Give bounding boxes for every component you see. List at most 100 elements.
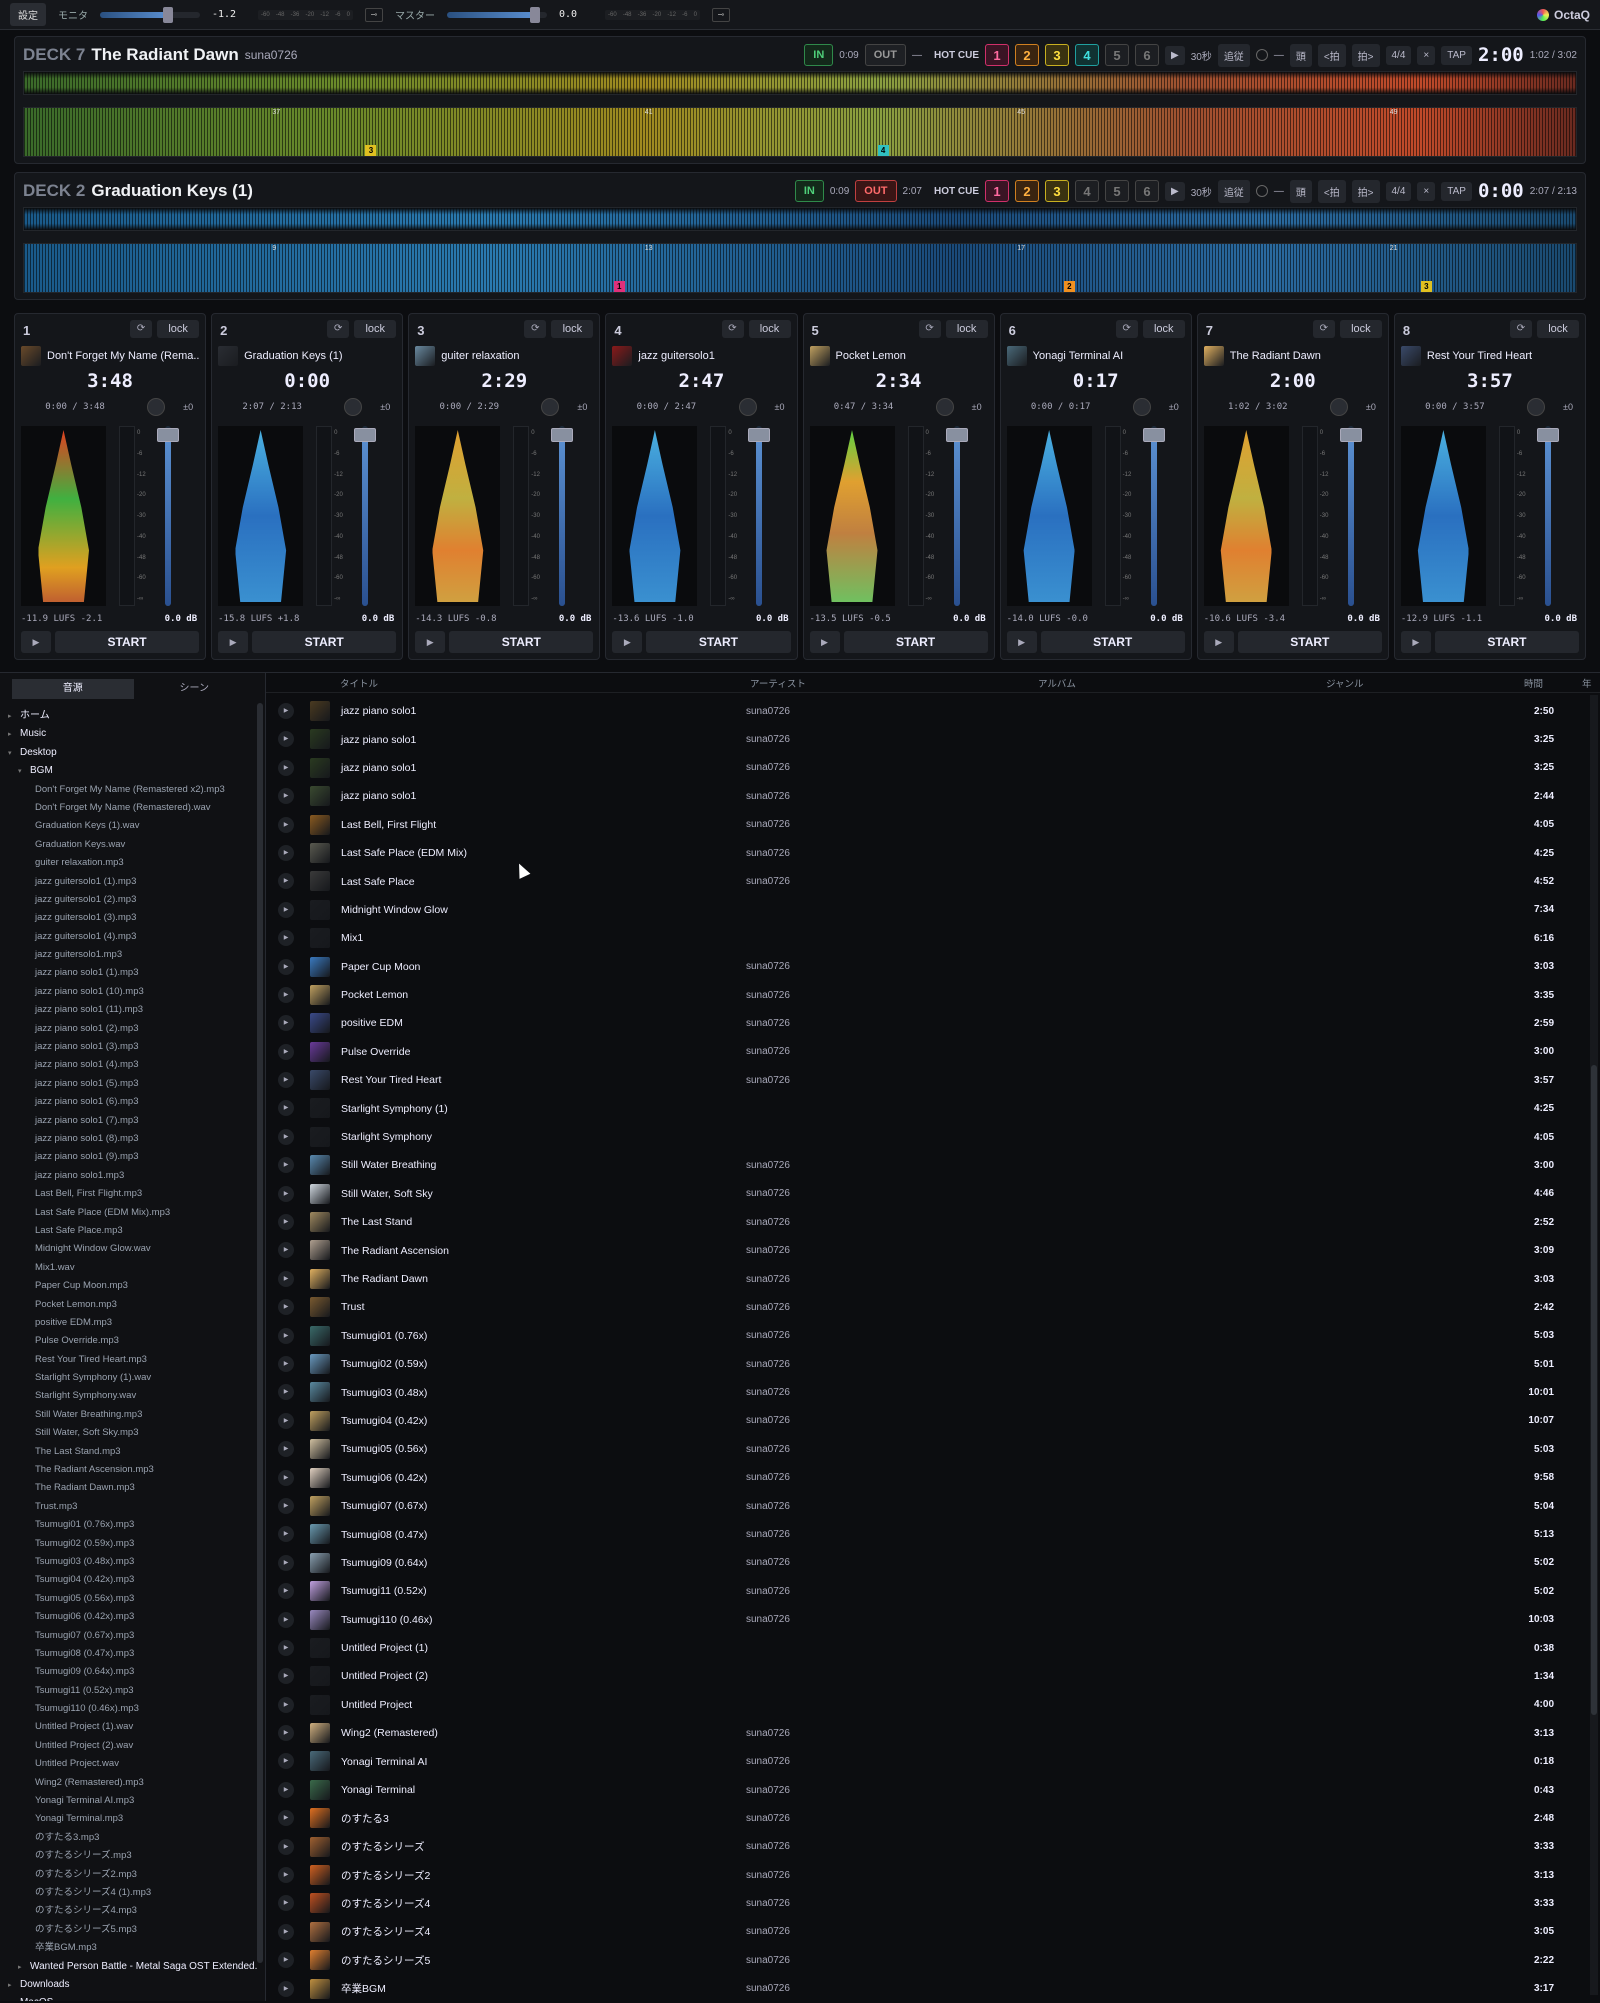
sync-button[interactable]: ⟳	[1115, 320, 1138, 338]
expand-arrow-icon[interactable]: ▸	[8, 726, 14, 743]
table-row[interactable]: ▶ Last Safe Place (EDM Mix) suna0726 4:25	[266, 839, 1586, 867]
loop-toggle-icon[interactable]	[1255, 185, 1268, 197]
table-row[interactable]: ▶ Tsumugi07 (0.67x) suna0726 5:04	[266, 1492, 1586, 1520]
table-row[interactable]: ▶ Tsumugi09 (0.64x) suna0726 5:02	[266, 1549, 1586, 1577]
expand-arrow-icon[interactable]: ▸	[8, 708, 14, 725]
table-row[interactable]: ▶ jazz piano solo1 suna0726 2:44	[266, 782, 1586, 810]
channel-play-button[interactable]: ▶	[1006, 631, 1037, 653]
channel-waveform[interactable]	[612, 426, 698, 606]
volume-fader[interactable]	[362, 426, 369, 606]
hotcue-button-5[interactable]: 5	[1104, 180, 1129, 202]
volume-fader[interactable]	[756, 426, 763, 606]
tree-file[interactable]: Untitled Project (2).wav	[0, 1737, 257, 1755]
tap-tempo-button[interactable]: TAP	[1441, 181, 1472, 201]
fader-handle[interactable]	[1142, 428, 1165, 442]
gain-knob[interactable]	[147, 398, 166, 416]
hotcue-button-2[interactable]: 2	[1014, 180, 1039, 202]
row-play-icon[interactable]: ▶	[278, 759, 294, 776]
channel-play-button[interactable]: ▶	[612, 631, 643, 653]
fader-handle[interactable]	[748, 428, 771, 442]
sync-button[interactable]: ⟳	[721, 320, 744, 338]
tree-file[interactable]: jazz piano solo1 (1).mp3	[0, 964, 257, 982]
hotcue-button-6[interactable]: 6	[1134, 44, 1159, 66]
table-row[interactable]: ▶ のすたるシリーズ4 suna0726 3:05	[266, 1918, 1586, 1946]
hotcue-marker[interactable]: 3	[365, 145, 377, 156]
channel-waveform[interactable]	[415, 426, 501, 606]
row-play-icon[interactable]: ▶	[278, 873, 294, 890]
table-row[interactable]: ▶ The Last Stand suna0726 2:52	[266, 1208, 1586, 1236]
row-play-icon[interactable]: ▶	[278, 1015, 294, 1032]
tree-file[interactable]: Trust.mp3	[0, 1498, 257, 1516]
beat-forward-button[interactable]: 拍>	[1351, 179, 1380, 203]
expand-arrow-icon[interactable]: ▸	[8, 1995, 14, 2001]
expand-arrow-icon[interactable]: ▸	[18, 1959, 24, 1976]
out-button[interactable]: OUT	[864, 44, 906, 66]
tree-file[interactable]: Tsumugi03 (0.48x).mp3	[0, 1553, 257, 1571]
settings-button[interactable]: 設定	[10, 3, 46, 26]
row-play-icon[interactable]: ▶	[278, 1072, 294, 1089]
sync-button[interactable]: ⟳	[327, 320, 350, 338]
overview-waveform[interactable]	[23, 71, 1577, 95]
col-year[interactable]: 年	[1582, 676, 1592, 690]
volume-fader[interactable]	[559, 426, 566, 606]
sync-button[interactable]: ⟳	[1510, 320, 1532, 338]
tree-file[interactable]: Paper Cup Moon.mp3	[0, 1277, 257, 1295]
tree-folder[interactable]: ▾ BGM	[0, 762, 257, 780]
tree-file[interactable]: Last Safe Place (EDM Mix).mp3	[0, 1204, 257, 1222]
table-row[interactable]: ▶ Tsumugi05 (0.56x) suna0726 5:03	[266, 1435, 1586, 1463]
table-row[interactable]: ▶ のすたるシリーズ suna0726 3:33	[266, 1833, 1586, 1861]
volume-fader[interactable]	[1544, 426, 1551, 606]
channel-waveform[interactable]	[1006, 426, 1092, 606]
table-row[interactable]: ▶ Mix1 6:16	[266, 924, 1586, 952]
time-signature[interactable]: 4/4	[1385, 181, 1412, 201]
tree-file[interactable]: のすたる3.mp3	[0, 1829, 257, 1847]
zoomed-waveform[interactable]: 37 41 45 49 3 4	[23, 107, 1577, 157]
table-row[interactable]: ▶ Untitled Project 4:00	[266, 1691, 1586, 1719]
table-row[interactable]: ▶ Tsumugi04 (0.42x) suna0726 10:07	[266, 1407, 1586, 1435]
lock-button[interactable]: lock	[1537, 320, 1579, 338]
row-play-icon[interactable]: ▶	[278, 1810, 294, 1827]
tree-file[interactable]: Graduation Keys (1).wav	[0, 817, 257, 835]
tree-file[interactable]: Tsumugi110 (0.46x).mp3	[0, 1700, 257, 1718]
table-row[interactable]: ▶ Trust suna0726 2:42	[266, 1293, 1586, 1321]
tree-file[interactable]: Tsumugi09 (0.64x).mp3	[0, 1663, 257, 1681]
row-play-icon[interactable]: ▶	[278, 1838, 294, 1855]
expand-arrow-icon[interactable]: ▸	[8, 1977, 14, 1994]
channel-waveform[interactable]	[218, 426, 304, 606]
col-time[interactable]: 時間	[1524, 676, 1543, 690]
table-row[interactable]: ▶ Wing2 (Remastered) suna0726 3:13	[266, 1719, 1586, 1747]
table-row[interactable]: ▶ Untitled Project (1) 0:38	[266, 1634, 1586, 1662]
lock-button[interactable]: lock	[748, 320, 791, 338]
table-row[interactable]: ▶ positive EDM suna0726 2:59	[266, 1009, 1586, 1037]
tab-scenes[interactable]: シーン	[134, 679, 256, 699]
channel-play-button[interactable]: ▶	[1400, 631, 1431, 653]
row-play-icon[interactable]: ▶	[278, 1554, 294, 1571]
start-button[interactable]: START	[449, 631, 594, 653]
expand-arrow-icon[interactable]: ▾	[8, 745, 14, 762]
monitor-route-button[interactable]: ⊸	[365, 7, 383, 22]
tree-file[interactable]: Midnight Window Glow.wav	[0, 1240, 257, 1258]
tree-file[interactable]: Tsumugi05 (0.56x).mp3	[0, 1590, 257, 1608]
tree-folder[interactable]: ▸ MacOS	[0, 1994, 257, 2001]
table-row[interactable]: ▶ Tsumugi08 (0.47x) suna0726 5:13	[266, 1520, 1586, 1548]
follow-button[interactable]: 追従	[1217, 43, 1250, 67]
table-scrollbar[interactable]	[1590, 695, 1598, 1995]
start-button[interactable]: START	[646, 631, 791, 653]
tree-file[interactable]: jazz piano solo1 (8).mp3	[0, 1130, 257, 1148]
row-play-icon[interactable]: ▶	[278, 1327, 294, 1344]
table-row[interactable]: ▶ Midnight Window Glow 7:34	[266, 896, 1586, 924]
hotcue-marker[interactable]: 1	[613, 281, 625, 292]
tree-file[interactable]: Tsumugi11 (0.52x).mp3	[0, 1682, 257, 1700]
tree-file[interactable]: 卒業BGM.mp3	[0, 1939, 257, 1957]
gain-knob[interactable]	[1329, 398, 1348, 416]
tree-file[interactable]: Graduation Keys.wav	[0, 836, 257, 854]
start-button[interactable]: START	[843, 631, 988, 653]
table-row[interactable]: ▶ The Radiant Ascension suna0726 3:09	[266, 1236, 1586, 1264]
fader-handle[interactable]	[945, 428, 968, 442]
tree-file[interactable]: Last Bell, First Flight.mp3	[0, 1185, 257, 1203]
sync-button[interactable]: ⟳	[918, 320, 941, 338]
tree-file[interactable]: Mix1.wav	[0, 1259, 257, 1277]
tab-sources[interactable]: 音源	[12, 679, 134, 699]
in-button[interactable]: IN	[794, 180, 824, 202]
lock-button[interactable]: lock	[1339, 320, 1382, 338]
